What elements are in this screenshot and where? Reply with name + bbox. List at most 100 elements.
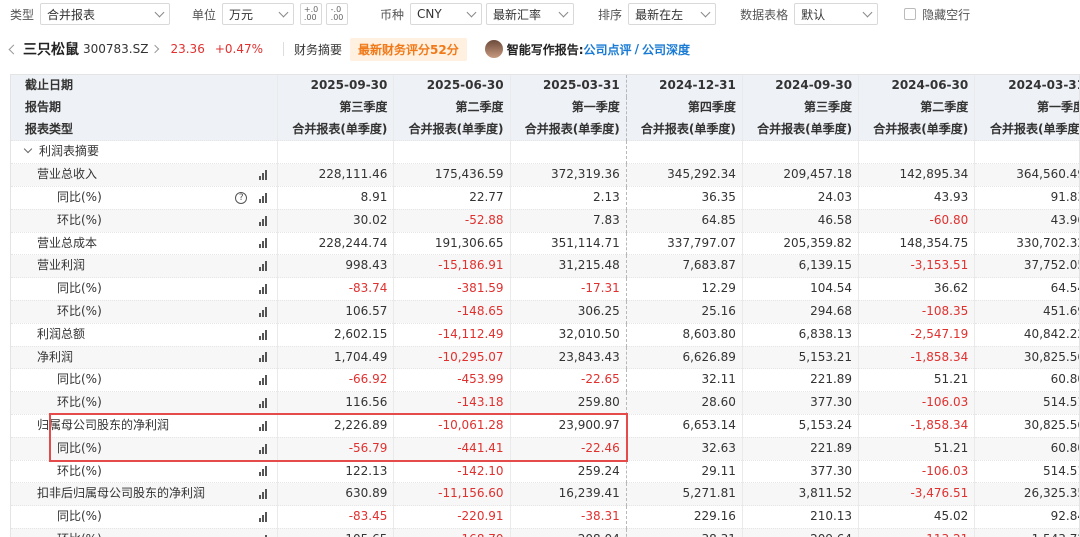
bar-chart-icon[interactable] <box>259 489 271 500</box>
table-row: 同比(%) -83.74 -381.59 -17.31 12.29 104.54 36.62… <box>11 277 1079 301</box>
back-icon[interactable] <box>8 44 19 54</box>
chevron-down-icon <box>278 7 289 17</box>
bar-chart-icon[interactable] <box>259 170 271 181</box>
bar-chart-icon[interactable] <box>259 329 271 340</box>
currency-label: 币种 <box>380 7 405 22</box>
header-cell: 合并报表(单季度) <box>393 118 511 141</box>
table-row: 同比(%) -66.92 -453.99 -22.65 32.11 221.89 51.21… <box>11 368 1079 392</box>
table-cell: 22.77 <box>393 185 511 210</box>
row-label-cell: 环比(%) <box>11 299 278 324</box>
table-cell: 2,602.15 <box>277 322 394 347</box>
bar-chart-icon[interactable] <box>259 238 271 249</box>
row-label-cell: 同比(%) <box>11 505 278 529</box>
header-cell: 第四季度 <box>625 96 743 119</box>
table-cell: 998.43 <box>277 254 394 278</box>
stock-name[interactable]: 三只松鼠 <box>23 39 79 59</box>
row-label-cell: 环比(%) <box>11 527 278 537</box>
table-cell: 36.62 <box>858 277 975 301</box>
table-row: 同比(%)?8.9122.772.1336.3524.0343.9391.83 <box>11 185 1079 210</box>
table-cell: 91.83 <box>974 185 1079 210</box>
table-cell: 31,215.48 <box>509 254 627 278</box>
table-cell: 24.03 <box>741 185 859 210</box>
bar-chart-icon[interactable] <box>259 443 271 454</box>
rate-select[interactable]: 最新汇率 <box>486 3 575 25</box>
currency-select[interactable]: CNY <box>410 3 483 25</box>
stock-code: 300783.SZ <box>83 42 149 56</box>
table-cell: 191,306.65 <box>393 231 511 255</box>
table-cell: -17.31 <box>509 277 627 301</box>
table-row: 环比(%) 30.02 -52.88 7.83 64.85 46.58 -60.80 43.9… <box>11 208 1079 233</box>
chevron-down-icon <box>466 7 477 17</box>
table-row: 扣非后归属母公司股东的净利润 630.89 -11,156.60 16,239.41 5… <box>11 482 1079 506</box>
row-label: 环比(%) <box>57 395 102 410</box>
bar-chart-icon[interactable] <box>259 375 271 386</box>
table-row: 环比(%) 105.65-168.70208.0438.31209.64-113.… <box>11 527 1079 537</box>
rate-select-value: 最新汇率 <box>493 7 542 22</box>
table-cell: -142.10 <box>393 459 511 483</box>
table-row: 利润总额 2,602.15 -14,112.49 32,010.50 8,603.80 6… <box>11 322 1079 347</box>
bar-chart-icon[interactable] <box>259 398 271 409</box>
chevron-right-icon[interactable] <box>151 44 160 54</box>
table-cell: 32.11 <box>625 368 743 392</box>
bar-chart-icon[interactable] <box>259 261 271 272</box>
table-row: 归属母公司股东的净利润 2,226.89 -10,061.28 23,900.97 6,… <box>11 413 1079 438</box>
table-cell: 337,797.07 <box>625 231 743 255</box>
table-cell: 2,226.89 <box>277 413 394 438</box>
bar-chart-icon[interactable] <box>259 306 271 317</box>
row-label: 净利润 <box>37 349 74 364</box>
table-cell: 210.13 <box>741 505 859 529</box>
type-select[interactable]: 合并报表 <box>40 3 171 25</box>
bar-chart-icon[interactable] <box>259 192 271 203</box>
table-cell: 1,704.49 <box>277 345 394 369</box>
chevron-down-icon[interactable] <box>23 145 33 154</box>
row-label: 扣非后归属母公司股东的净利润 <box>37 486 206 501</box>
table-cell: 2.13 <box>509 185 627 210</box>
header-label: 截止日期 <box>11 75 278 97</box>
header-cell: 第二季度 <box>393 96 511 119</box>
bar-chart-icon[interactable] <box>259 420 271 431</box>
bar-chart-icon[interactable] <box>259 215 271 226</box>
bar-chart-icon[interactable] <box>259 284 271 295</box>
company-review-link[interactable]: 公司点评 <box>584 41 632 58</box>
table-cell: 40,842.22 <box>974 322 1079 347</box>
row-label: 同比(%) <box>57 372 102 387</box>
help-icon[interactable]: ? <box>235 191 248 204</box>
stock-change: +0.47% <box>214 42 264 56</box>
table-cell: 92.84 <box>974 505 1079 529</box>
row-label-cell: 同比(%)? <box>11 185 278 210</box>
score-badge[interactable]: 最新财务评分52分 <box>350 37 467 61</box>
unit-select[interactable]: 万元 <box>222 3 295 25</box>
table-cell: 36.35 <box>625 185 743 210</box>
table-cell: -106.03 <box>858 459 975 483</box>
decrease-decimal-icon[interactable]: -.0.00 <box>326 3 349 25</box>
header-cell: 2024-03-31 <box>974 75 1079 97</box>
table-cell: 64.54 <box>974 277 1079 301</box>
table-cell: 7.83 <box>509 208 627 233</box>
company-depth-link[interactable]: 公司深度 <box>642 41 690 58</box>
section-row[interactable]: 利润表摘要 <box>11 140 1079 164</box>
table-cell: -22.65 <box>509 368 627 392</box>
hide-empty-checkbox[interactable] <box>904 8 917 20</box>
table-cell: 364,560.49 <box>974 163 1079 187</box>
table-cell: -83.74 <box>277 277 394 301</box>
sort-select[interactable]: 最新在左 <box>628 3 717 25</box>
table-cell: 60.80 <box>974 368 1079 392</box>
table-cell: 228,244.74 <box>277 231 394 255</box>
section-label[interactable]: 利润表摘要 <box>11 140 278 164</box>
table-cell <box>741 140 859 164</box>
financial-summary-tab[interactable]: 财务摘要 <box>294 41 342 58</box>
table-cell: 26,325.35 <box>974 482 1079 506</box>
table-cell: 372,319.36 <box>509 163 627 187</box>
row-label-cell: 环比(%) <box>11 391 278 415</box>
table-select[interactable]: 默认 <box>794 3 879 25</box>
table-cell: 175,436.59 <box>393 163 511 187</box>
bar-chart-icon[interactable] <box>259 352 271 363</box>
table-cell: -1,858.34 <box>858 345 975 369</box>
table-cell: 32.63 <box>625 436 743 461</box>
table-cell: 105.65 <box>277 527 394 537</box>
bar-chart-icon[interactable] <box>259 466 271 477</box>
table-cell: -56.79 <box>277 436 394 461</box>
bar-chart-icon[interactable] <box>259 512 271 523</box>
table-cell: 514.51 <box>974 459 1079 483</box>
increase-decimal-icon[interactable]: +.0.00 <box>300 3 323 25</box>
